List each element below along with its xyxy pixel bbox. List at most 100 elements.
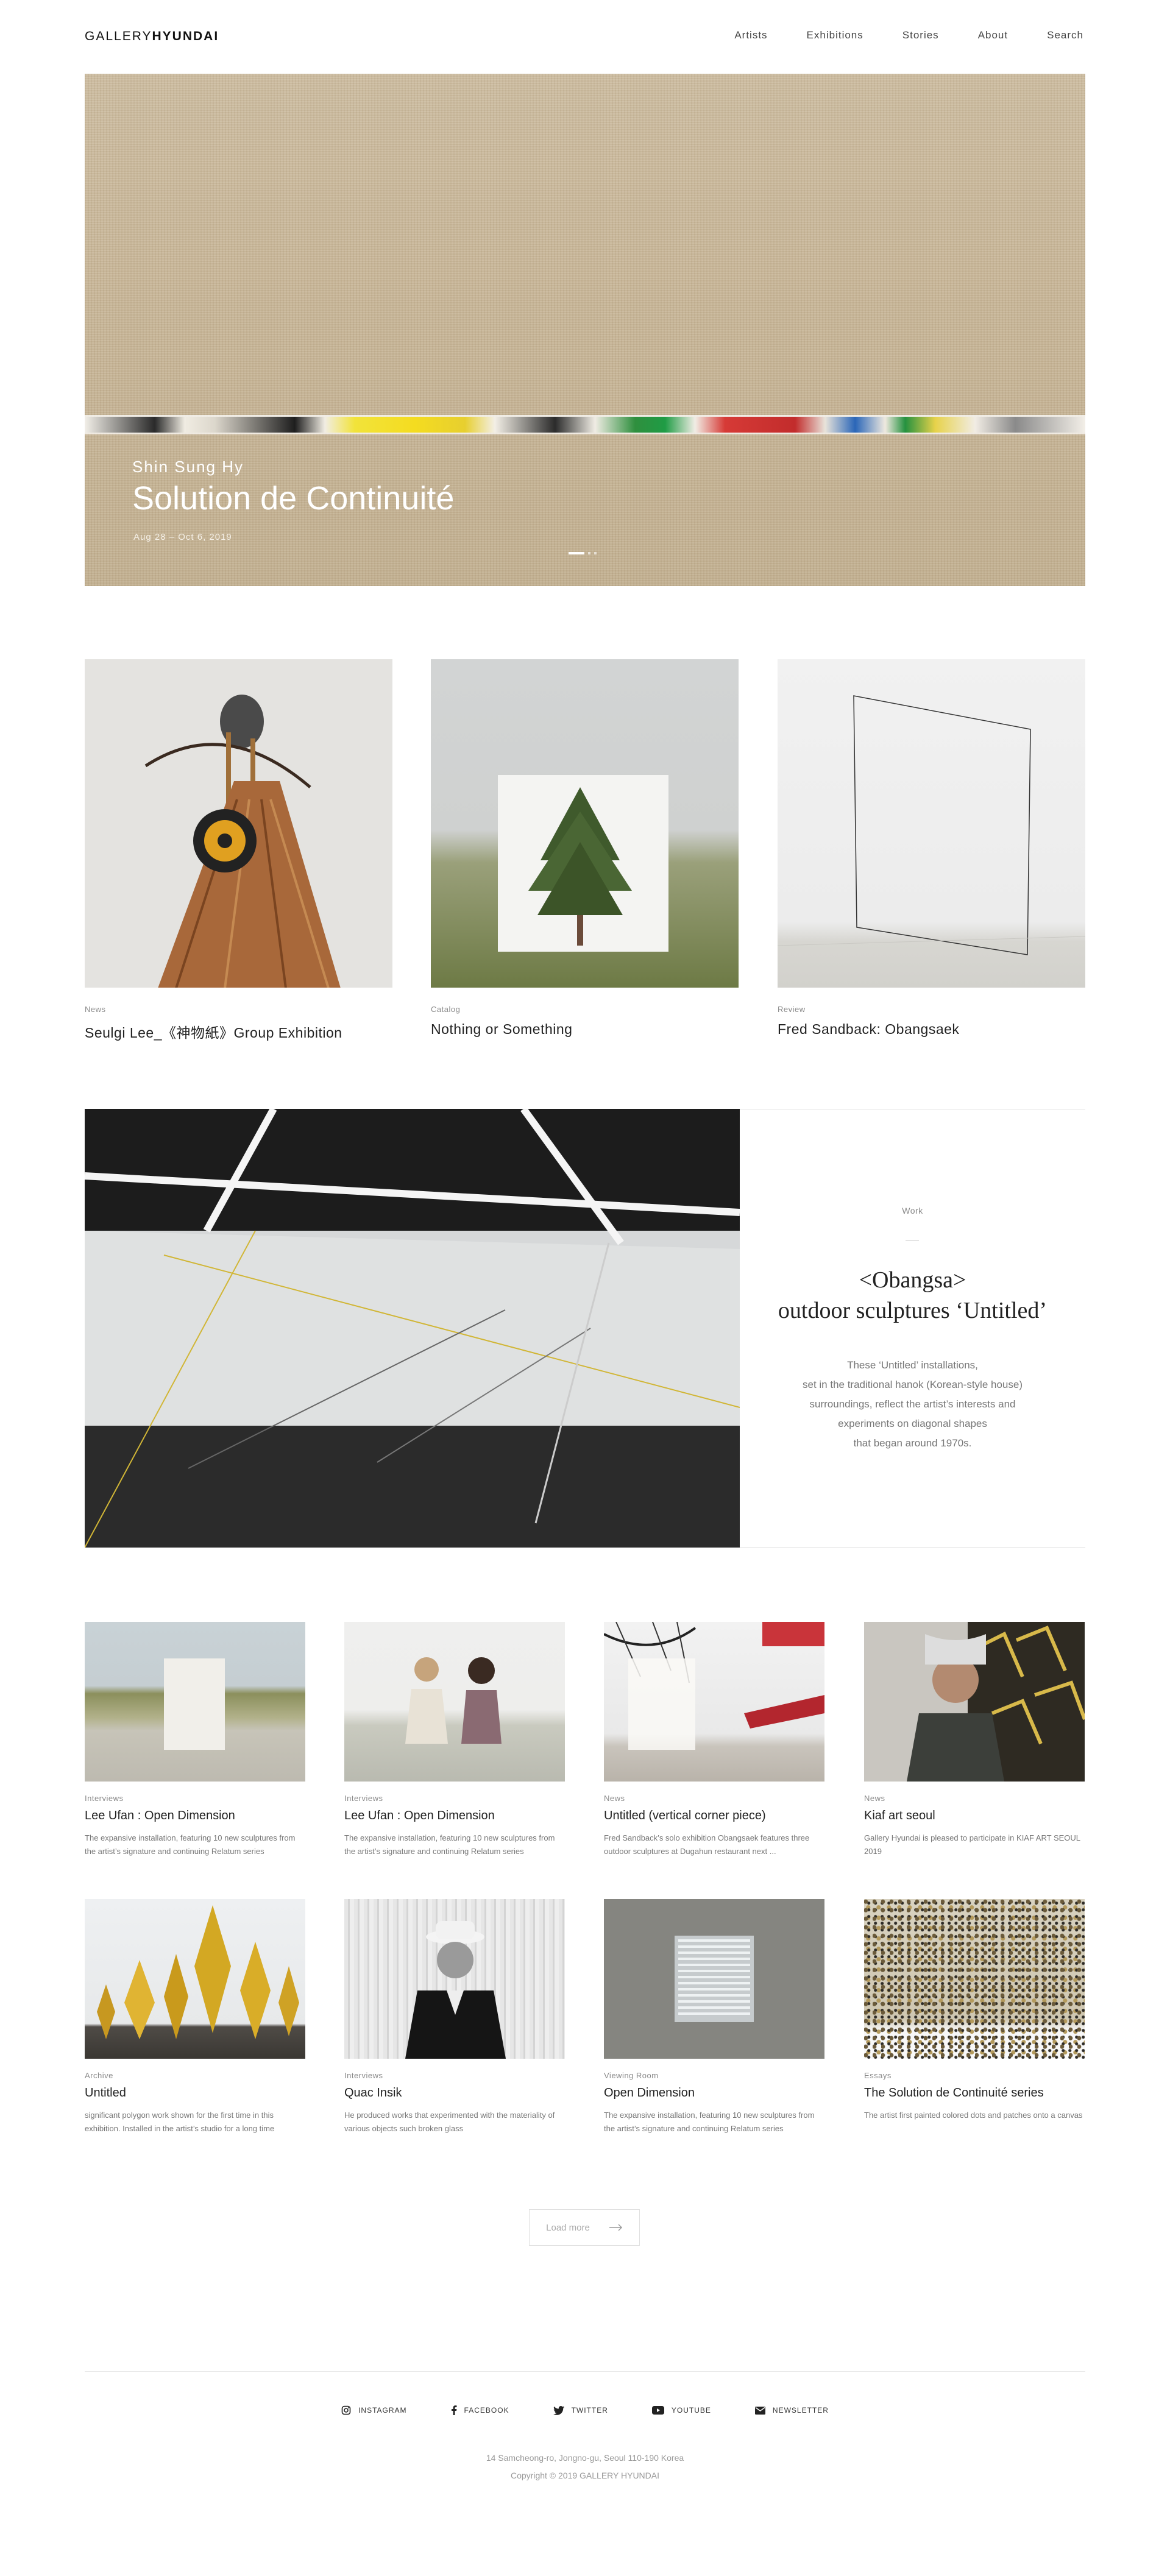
story-desc-1: The expansive installation, featuring 10…: [85, 1833, 296, 1856]
social-instagram[interactable]: INSTAGRAM: [341, 2405, 406, 2415]
feature-image-3: [778, 659, 1085, 988]
feature-title-2: Nothing or Something: [431, 1021, 573, 1037]
story-category-8: Essays: [864, 2071, 892, 2080]
hero-artwork-stripe: [85, 417, 1085, 433]
story-title-1: Lee Ufan : Open Dimension: [85, 1809, 235, 1822]
feature-category-1: News: [85, 1005, 106, 1014]
social-facebook[interactable]: FACEBOOK: [451, 2405, 509, 2415]
feature-card-1[interactable]: News Seulgi Lee_《神物紙》Group Exhibition: [85, 659, 392, 1042]
story-title-2: Lee Ufan : Open Dimension: [344, 1809, 495, 1822]
nav-about[interactable]: About: [978, 29, 1008, 41]
story-title-4: Kiaf art seoul: [864, 1809, 935, 1822]
feature-category-3: Review: [778, 1005, 806, 1014]
social-newsletter[interactable]: NEWSLETTER: [754, 2405, 829, 2415]
page: GALLERYHYUNDAI Artists Exhibitions Stori…: [0, 0, 1170, 2576]
story-title-3: Untitled (vertical corner piece): [604, 1809, 766, 1822]
story-image-7: [604, 1899, 824, 2059]
story-image-3: [604, 1622, 824, 1782]
story-desc-6: He produced works that experimented with…: [344, 2111, 555, 2133]
work-desc-line-5: that began around 1970s.: [853, 1437, 972, 1449]
footer-copyright: Copyright © 2019 GALLERY HYUNDAI: [510, 2471, 660, 2480]
story-desc-3: Fred Sandback’s solo exhibition Obangsae…: [604, 1833, 810, 1856]
work-title-line-2: outdoor sculptures ‘Untitled’: [778, 1298, 1048, 1323]
nav-artists[interactable]: Artists: [734, 29, 767, 41]
gallery-logo[interactable]: GALLERYHYUNDAI: [85, 29, 219, 44]
story-image-6: [344, 1899, 565, 2059]
story-title-6: Quac Insik: [344, 2086, 402, 2100]
story-title-5: Untitled: [85, 2086, 126, 2100]
work-desc-line-4: experiments on diagonal shapes: [838, 1418, 987, 1429]
hero-dot-3[interactable]: [594, 552, 597, 554]
facebook-icon: [451, 2405, 457, 2415]
work-title[interactable]: <Obangsa> outdoor sculptures ‘Untitled’: [740, 1265, 1085, 1326]
story-card-7[interactable]: Viewing Room Open Dimension The expansiv…: [604, 1899, 824, 2135]
feature-image-1: [85, 659, 392, 988]
story-card-5[interactable]: Archive Untitled significant polygon wor…: [85, 1899, 305, 2135]
hero-date: Aug 28 – Oct 6, 2019: [133, 532, 232, 542]
hero-title: Solution de Continuité: [132, 480, 455, 517]
feature-card-2[interactable]: Catalog Nothing or Something: [431, 659, 739, 1038]
load-more-label: Load more: [546, 2222, 590, 2233]
feature-card-3[interactable]: Review Fred Sandback: Obangsaek: [778, 659, 1085, 1038]
story-card-4[interactable]: News Kiaf art seoul Gallery Hyundai is p…: [864, 1622, 1085, 1858]
hero-dot-1[interactable]: [569, 552, 584, 554]
logo-hyundai: HYUNDAI: [152, 29, 219, 43]
feature-image-2: [431, 659, 739, 988]
social-links: INSTAGRAM FACEBOOK TWITTER YOUTUBE NEWSL…: [0, 2405, 1170, 2415]
social-newsletter-label: NEWSLETTER: [772, 2406, 829, 2415]
hero-pagination: [569, 552, 597, 554]
work-title-line-1: <Obangsa>: [859, 1267, 966, 1293]
footer-address: 14 Samcheong-ro, Jongno-gu, Seoul 110-19…: [486, 2453, 684, 2463]
social-facebook-label: FACEBOOK: [464, 2406, 509, 2415]
story-image-4: [864, 1622, 1085, 1782]
social-youtube[interactable]: YOUTUBE: [651, 2405, 711, 2415]
feature-title-3: Fred Sandback: Obangsaek: [778, 1021, 960, 1037]
work-description: These ‘Untitled’ installations, set in t…: [776, 1356, 1049, 1453]
nav-search[interactable]: Search: [1047, 29, 1083, 41]
story-card-1[interactable]: Interviews Lee Ufan : Open Dimension The…: [85, 1622, 305, 1858]
hero-artist: Shin Sung Hy: [132, 458, 244, 476]
nav-stories[interactable]: Stories: [902, 29, 939, 41]
twitter-icon: [553, 2405, 564, 2415]
story-category-5: Archive: [85, 2071, 113, 2080]
mail-icon: [754, 2406, 765, 2415]
work-desc-line-2: set in the traditional hanok (Korean-sty…: [803, 1379, 1023, 1390]
work-desc-line-1: These ‘Untitled’ installations,: [847, 1359, 978, 1371]
youtube-icon: [651, 2406, 664, 2415]
social-twitter-label: TWITTER: [571, 2406, 608, 2415]
story-desc-4: Gallery Hyundai is pleased to participat…: [864, 1833, 1080, 1856]
footer-info: 14 Samcheong-ro, Jongno-gu, Seoul 110-19…: [0, 2449, 1170, 2485]
story-category-2: Interviews: [344, 1794, 383, 1803]
story-image-1: [85, 1622, 305, 1782]
social-youtube-label: YOUTUBE: [671, 2406, 711, 2415]
story-card-6[interactable]: Interviews Quac Insik He produced works …: [344, 1899, 565, 2135]
footer-divider: [85, 2371, 1085, 2372]
story-category-3: News: [604, 1794, 625, 1803]
main-nav: Artists Exhibitions Stories About Search: [734, 29, 1083, 41]
work-category: Work: [902, 1206, 923, 1215]
story-image-5: [85, 1899, 305, 2059]
story-category-6: Interviews: [344, 2071, 383, 2080]
story-card-3[interactable]: News Untitled (vertical corner piece) Fr…: [604, 1622, 824, 1858]
story-desc-5: significant polygon work shown for the f…: [85, 2111, 275, 2133]
load-more-button[interactable]: Load more: [529, 2209, 640, 2246]
hero-banner[interactable]: Shin Sung Hy Solution de Continuité Aug …: [85, 74, 1085, 586]
story-category-7: Viewing Room: [604, 2071, 659, 2080]
work-info-panel: Work <Obangsa> outdoor sculptures ‘Untit…: [740, 1109, 1085, 1548]
story-card-8[interactable]: Essays The Solution de Continuité series…: [864, 1899, 1085, 2122]
story-title-7: Open Dimension: [604, 2086, 695, 2100]
social-twitter[interactable]: TWITTER: [553, 2405, 608, 2415]
feature-title-1: Seulgi Lee_《神物紙》Group Exhibition: [85, 1025, 342, 1041]
nav-exhibitions[interactable]: Exhibitions: [807, 29, 863, 41]
story-category-4: News: [864, 1794, 885, 1803]
story-card-2[interactable]: Interviews Lee Ufan : Open Dimension The…: [344, 1622, 565, 1858]
feature-category-2: Catalog: [431, 1005, 461, 1014]
story-category-1: Interviews: [85, 1794, 124, 1803]
logo-gallery: GALLERY: [85, 29, 152, 43]
work-image[interactable]: [85, 1109, 740, 1548]
story-title-8: The Solution de Continuité series: [864, 2086, 1044, 2100]
hero-dot-2[interactable]: [588, 552, 590, 554]
arrow-right-icon: [609, 2224, 622, 2231]
instagram-icon: [341, 2405, 351, 2415]
story-desc-8: The artist first painted colored dots an…: [864, 2111, 1083, 2120]
